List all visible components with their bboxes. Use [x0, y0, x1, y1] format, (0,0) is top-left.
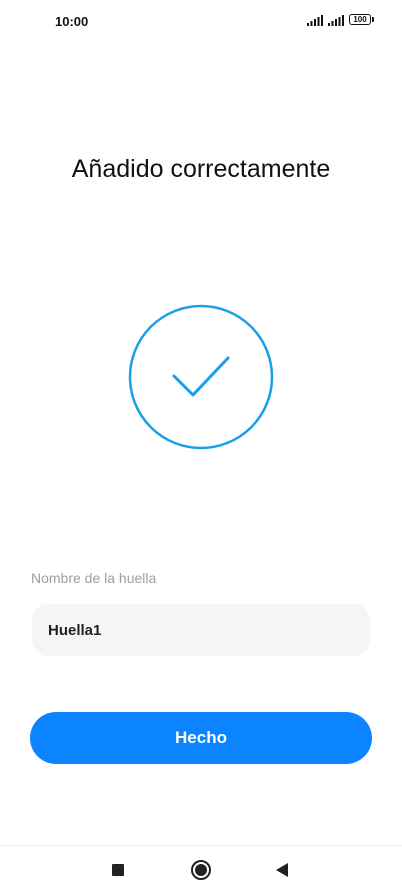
fingerprint-name-input[interactable]: [32, 604, 370, 656]
home-icon[interactable]: [191, 860, 211, 880]
status-time: 10:00: [55, 14, 89, 29]
page-title: Añadido correctamente: [71, 155, 331, 183]
status-bar: 10:00 100: [0, 0, 402, 44]
back-icon[interactable]: [276, 863, 288, 877]
signal-icon: [328, 15, 344, 26]
recent-apps-icon[interactable]: [112, 864, 124, 876]
fingerprint-added-screen: 10:00 100 Añadido correctamente Nombre d…: [0, 0, 402, 893]
battery-tip: [372, 17, 374, 22]
signal-icon: [307, 15, 323, 26]
navigation-bar: [0, 845, 402, 893]
checkmark-circle-icon: [128, 304, 274, 450]
fingerprint-name-label: Nombre de la huella: [31, 570, 157, 586]
done-button[interactable]: Hecho: [30, 712, 372, 764]
battery-icon: 100: [349, 14, 371, 25]
